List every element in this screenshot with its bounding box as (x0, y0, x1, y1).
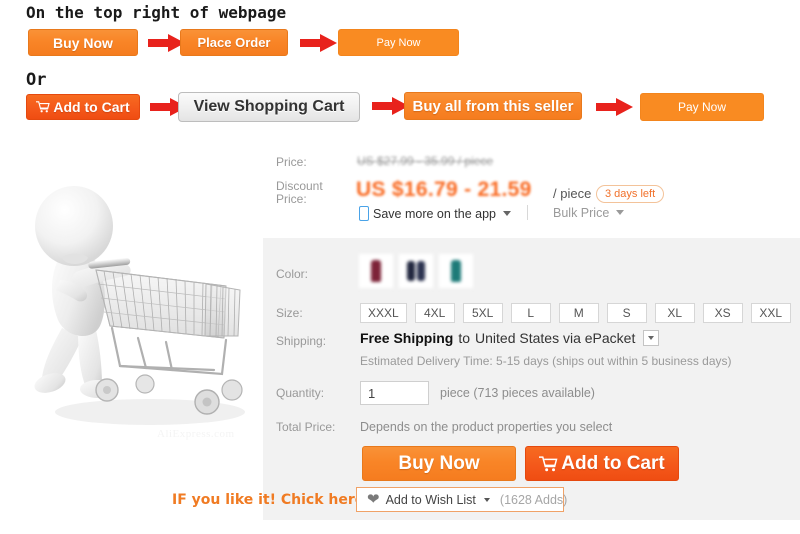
size-option-xl[interactable]: XL (654, 303, 695, 323)
divider (527, 205, 528, 220)
size-option-xxxl[interactable]: XXXL (360, 303, 407, 323)
flow-pay-now-button-2[interactable]: Pay Now (640, 93, 764, 121)
flow-pay-now-label-2: Pay Now (677, 100, 727, 114)
free-shipping-text: Free Shipping (360, 330, 454, 346)
delivery-time-text: Estimated Delivery Time: 5-15 days (ship… (360, 354, 732, 368)
shipping-value[interactable]: Free Shipping to United States via ePack… (360, 330, 660, 346)
size-option-xxl[interactable]: XXL (750, 303, 791, 323)
chevron-down-icon[interactable] (483, 497, 490, 502)
flow-buy-now-button[interactable]: Buy Now (28, 29, 138, 56)
flow-place-order-button[interactable]: Place Order (180, 29, 288, 56)
shipping-to-text: to (458, 330, 471, 346)
wishlist-adds-count: (1628 Adds) (499, 492, 568, 507)
cart-icon (36, 101, 51, 113)
discount-price-label: Discount Price: (276, 179, 323, 206)
chevron-down-icon[interactable] (643, 330, 660, 346)
buy-now-label: Buy Now (398, 452, 480, 474)
shipping-destination: United States via ePacket (475, 330, 636, 346)
save-on-app-link[interactable]: Save more on the app (359, 206, 511, 221)
days-left-badge: 3 days left (596, 185, 665, 203)
size-option-s[interactable]: S (606, 303, 647, 323)
wishlist-label: Add to Wish List (385, 492, 476, 507)
shipping-label: Shipping: (276, 334, 327, 348)
total-price-label: Total Price: (276, 420, 336, 434)
image-watermark: AliExpress.com (157, 428, 235, 440)
original-price-value: US $27.99 - 35.99 / piece (357, 154, 494, 168)
product-image (0, 140, 262, 440)
right-arrow-icon (596, 98, 633, 116)
color-label: Color: (276, 267, 309, 281)
bulk-price-label: Bulk Price (553, 206, 610, 220)
color-swatch-list (358, 253, 474, 289)
save-on-app-label: Save more on the app (373, 206, 496, 221)
price-label: Price: (276, 155, 307, 169)
size-label: Size: (276, 306, 303, 320)
flow-add-to-cart-button[interactable]: Add to Cart (26, 94, 140, 120)
quantity-label: Quantity: (276, 386, 325, 400)
add-to-cart-button[interactable]: Add to Cart (525, 446, 679, 481)
flow-pay-now-button-1[interactable]: Pay Now (338, 29, 459, 56)
flow-pay-now-label-1: Pay Now (376, 36, 421, 49)
flow-buy-all-label: Buy all from this seller (412, 97, 574, 115)
page-root: On the top right of webpage Buy Now Plac… (0, 0, 800, 534)
size-option-l[interactable]: L (510, 303, 551, 323)
buy-now-button[interactable]: Buy Now (362, 446, 516, 481)
wishlist-hint-text: IF you like it! Chick here~ (172, 492, 376, 508)
discount-price-value: US $16.79 - 21.59 (356, 178, 532, 201)
flow-view-shopping-cart-button[interactable]: View Shopping Cart (178, 92, 360, 122)
flow-buy-all-from-seller-button[interactable]: Buy all from this seller (404, 92, 582, 120)
color-swatch-teal[interactable] (438, 253, 474, 289)
size-option-list: XXXL 4XL 5XL L M S XL XS XXL (360, 303, 791, 323)
chevron-down-icon (615, 210, 624, 215)
chevron-down-icon (503, 211, 511, 216)
size-option-5xl[interactable]: 5XL (462, 303, 503, 323)
size-option-m[interactable]: M (558, 303, 599, 323)
mobile-phone-icon (359, 206, 369, 221)
flow-add-to-cart-label: Add to Cart (53, 99, 130, 115)
add-to-cart-label: Add to Cart (561, 452, 665, 474)
size-option-xs[interactable]: XS (702, 303, 743, 323)
size-option-4xl[interactable]: 4XL (414, 303, 455, 323)
cart-icon (539, 455, 558, 471)
flow-view-cart-label: View Shopping Cart (193, 98, 345, 115)
bulk-price-link[interactable]: Bulk Price (553, 206, 624, 220)
color-swatch-navy[interactable] (398, 253, 434, 289)
total-price-value: Depends on the product properties you se… (360, 420, 613, 434)
right-arrow-icon (300, 34, 337, 52)
add-to-wish-list-button[interactable]: ❤ Add to Wish List (1628 Adds) (356, 487, 568, 512)
flow-buy-now-label: Buy Now (53, 34, 113, 51)
flow-or-label: Or (26, 70, 47, 90)
color-swatch-maroon[interactable] (358, 253, 394, 289)
flow-place-order-label: Place Order (197, 35, 271, 50)
flow-title: On the top right of webpage (26, 3, 287, 22)
quantity-availability-note: piece (713 pieces available) (440, 386, 595, 400)
heart-icon: ❤ (367, 491, 380, 508)
quantity-input[interactable] (360, 381, 429, 405)
price-unit: / piece (553, 186, 592, 201)
